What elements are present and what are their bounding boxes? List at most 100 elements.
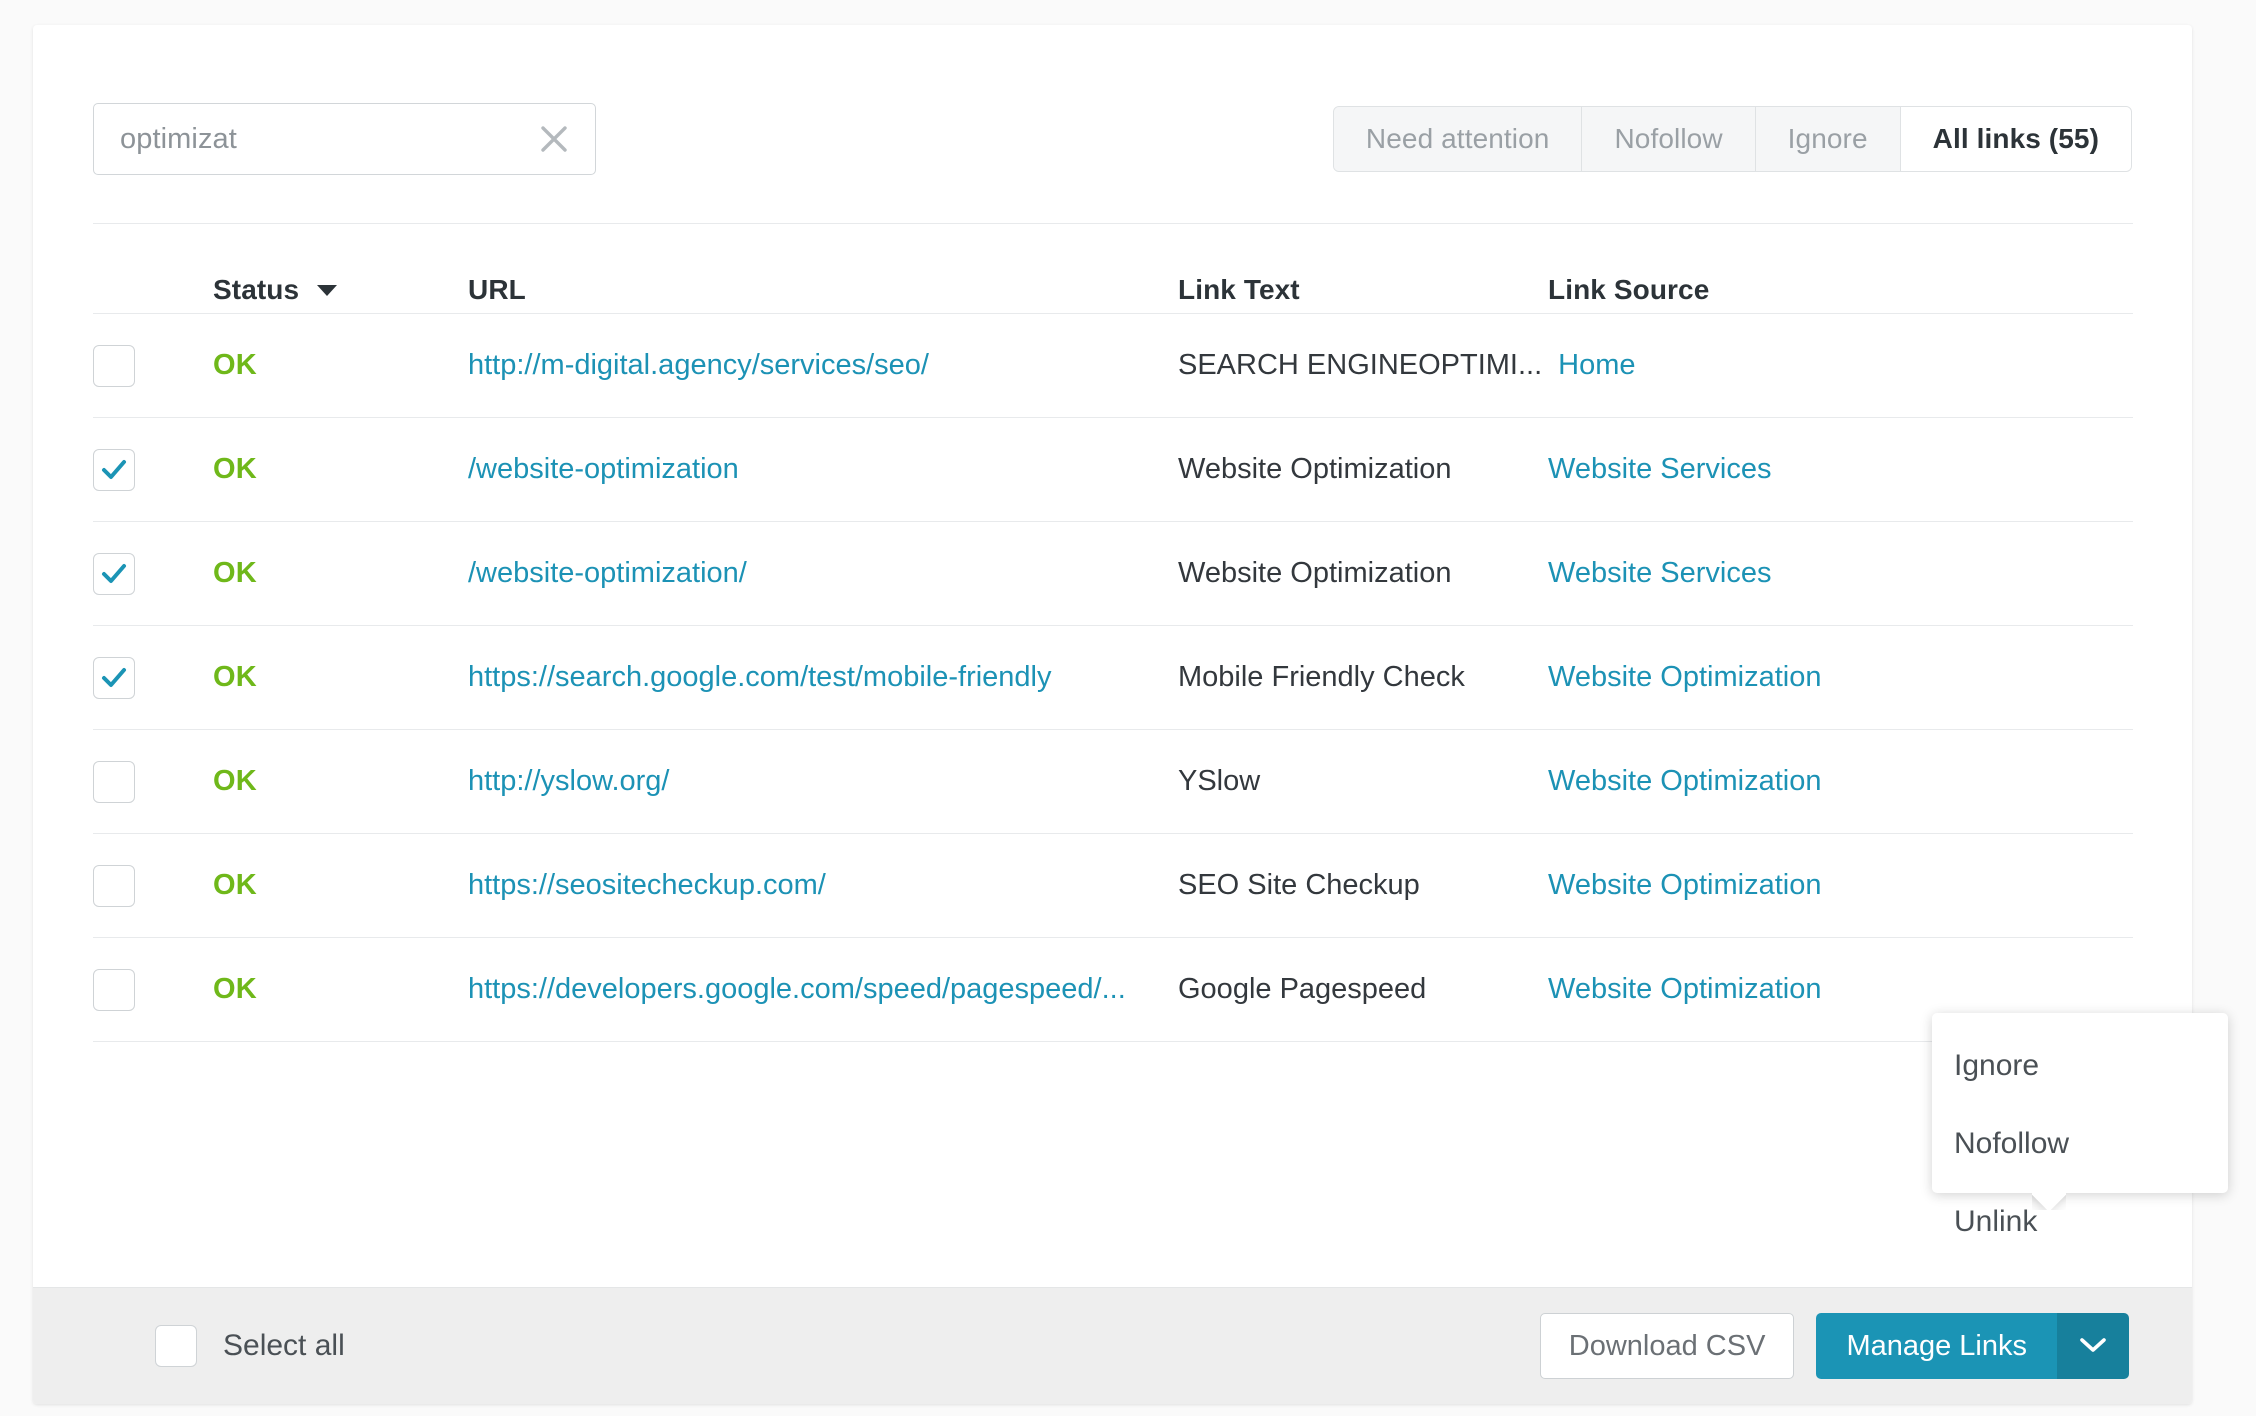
row-url: http://yslow.org/ [468,765,1178,798]
row-url: /website-optimization/ [468,557,1178,590]
status-badge: OK [213,557,257,589]
row-status: OK [213,869,468,902]
toolbar-divider [93,223,2133,224]
manage-links-button[interactable]: Manage Links [1816,1313,2057,1379]
table-row: OK https://developers.google.com/speed/p… [93,938,2133,1042]
status-badge: OK [213,349,257,381]
select-all-group: Select all [155,1325,345,1367]
column-header-link-text[interactable]: Link Text [1178,274,1548,306]
select-all-label[interactable]: Select all [223,1329,345,1363]
status-badge: OK [213,973,257,1005]
link-source-link[interactable]: Website Optimization [1548,765,2133,798]
links-panel: Need attention Nofollow Ignore All links… [33,25,2192,1404]
menu-pointer-arrow [2032,1192,2066,1210]
link-source-link[interactable]: Website Optimization [1548,661,2133,694]
row-checkbox[interactable] [93,656,135,699]
link-source-link[interactable]: Home [1558,349,2133,382]
row-link-source: Website Optimization [1548,661,2133,694]
select-all-checkbox[interactable] [155,1325,197,1367]
download-csv-button[interactable]: Download CSV [1539,1313,1795,1379]
url-link[interactable]: http://m-digital.agency/services/seo/ [468,349,1178,382]
row-link-text: SEARCH ENGINEOPTIMI... [1178,349,1558,382]
url-link[interactable]: https://search.google.com/test/mobile-fr… [468,661,1178,694]
row-link-text: Website Optimization [1178,453,1548,486]
row-link-text: Mobile Friendly Check [1178,661,1548,694]
row-status: OK [213,557,468,590]
app-root: Need attention Nofollow Ignore All links… [0,0,2256,1416]
row-checkbox-cell [93,448,213,491]
table-header-row: Status URL Link Text Link Source [93,245,2133,313]
tab-need-attention[interactable]: Need attention [1333,107,1583,171]
search-box[interactable] [93,103,596,175]
table-row: OK http://m-digital.agency/services/seo/… [93,314,2133,418]
tab-ignore[interactable]: Ignore [1755,107,1901,171]
manage-links-dropdown-toggle[interactable] [2057,1313,2129,1379]
row-link-source: Website Optimization [1548,765,2133,798]
table-row: OK /website-optimization Website Optimiz… [93,418,2133,522]
row-status: OK [213,661,468,694]
chevron-down-icon [2078,1335,2108,1358]
column-header-url[interactable]: URL [468,274,1178,306]
row-url: https://developers.google.com/speed/page… [468,973,1178,1006]
row-checkbox[interactable] [93,864,135,907]
row-checkbox[interactable] [93,760,135,803]
table-row: OK /website-optimization/ Website Optimi… [93,522,2133,626]
link-source-link[interactable]: Website Services [1548,557,2133,590]
status-badge: OK [213,869,257,901]
link-text-value: Google Pagespeed [1178,973,1427,1005]
row-link-source: Website Optimization [1548,869,2133,902]
link-source-link[interactable]: Website Optimization [1548,973,2133,1006]
row-checkbox-cell [93,656,213,699]
row-checkbox-cell [93,968,213,1011]
menu-item-unlink[interactable]: Unlink [1932,1183,2228,1261]
links-table: Status URL Link Text Link Source OK http… [93,245,2133,1042]
row-url: /website-optimization [468,453,1178,486]
link-source-link[interactable]: Website Services [1548,453,2133,486]
row-checkbox[interactable] [93,968,135,1011]
row-url: https://seositecheckup.com/ [468,869,1178,902]
tab-nofollow[interactable]: Nofollow [1582,107,1756,171]
panel-toolbar: Need attention Nofollow Ignore All links… [33,25,2192,215]
table-row: OK https://seositecheckup.com/ SEO Site … [93,834,2133,938]
row-link-text: YSlow [1178,765,1548,798]
row-checkbox-cell [93,344,213,387]
row-status: OK [213,973,468,1006]
status-badge: OK [213,765,257,797]
column-header-link-source[interactable]: Link Source [1548,274,2133,306]
row-url: https://search.google.com/test/mobile-fr… [468,661,1178,694]
sort-descending-icon[interactable] [315,282,339,298]
link-text-value: Mobile Friendly Check [1178,661,1465,693]
row-link-text: Website Optimization [1178,557,1548,590]
link-text-value: SEO Site Checkup [1178,869,1420,901]
column-header-status-label: Status [213,274,300,305]
row-checkbox[interactable] [93,344,135,387]
clear-search-button[interactable] [535,120,573,158]
status-badge: OK [213,661,257,693]
link-text-value: Website Optimization [1178,557,1452,589]
url-link[interactable]: https://seositecheckup.com/ [468,869,1178,902]
row-link-source: Website Optimization [1548,973,2133,1006]
tab-all-links[interactable]: All links (55) [1900,107,2131,171]
table-body: OK http://m-digital.agency/services/seo/… [93,313,2133,1042]
row-status: OK [213,349,468,382]
filter-tab-group: Need attention Nofollow Ignore All links… [1332,106,2132,172]
url-link[interactable]: https://developers.google.com/speed/page… [468,973,1178,1006]
table-row: OK http://yslow.org/ YSlow Website Optim… [93,730,2133,834]
panel-footer: Select all Download CSV Manage Links [33,1287,2192,1404]
column-header-status[interactable]: Status [213,274,468,306]
status-badge: OK [213,453,257,485]
row-link-text: SEO Site Checkup [1178,869,1548,902]
url-link[interactable]: /website-optimization/ [468,557,1178,590]
row-link-source: Home [1558,349,2133,382]
link-text-value: YSlow [1178,765,1261,797]
search-input[interactable] [120,122,535,156]
row-checkbox[interactable] [93,448,135,491]
row-checkbox[interactable] [93,552,135,595]
url-link[interactable]: /website-optimization [468,453,1178,486]
row-link-text: Google Pagespeed [1178,973,1548,1006]
menu-item-nofollow[interactable]: Nofollow [1932,1105,2228,1183]
row-checkbox-cell [93,864,213,907]
url-link[interactable]: http://yslow.org/ [468,765,1178,798]
link-source-link[interactable]: Website Optimization [1548,869,2133,902]
menu-item-ignore[interactable]: Ignore [1932,1027,2228,1105]
